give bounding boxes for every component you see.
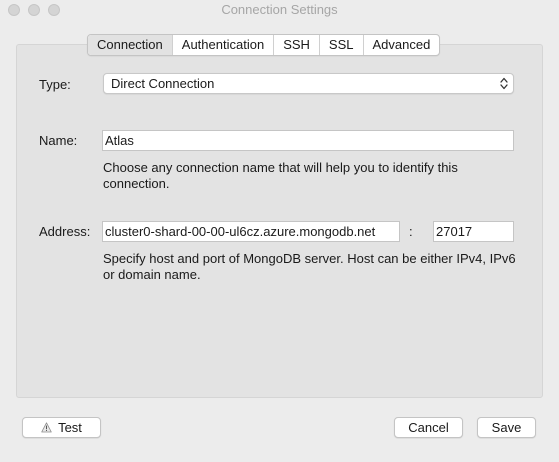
port-field[interactable]: 27017 [433, 221, 514, 242]
address-help-text: Specify host and port of MongoDB server.… [103, 251, 516, 282]
type-select[interactable]: Direct Connection [103, 73, 514, 94]
name-label: Name: [39, 133, 78, 148]
type-select-value: Direct Connection [111, 76, 215, 91]
save-button[interactable]: Save [477, 417, 536, 438]
tab-ssl[interactable]: SSL [320, 35, 364, 55]
test-button[interactable]: Test [22, 417, 101, 438]
name-field[interactable]: Atlas [102, 130, 514, 151]
title-bar: Connection Settings [0, 0, 559, 22]
up-down-chevron-icon [500, 77, 508, 90]
tab-bar: Connection Authentication SSH SSL Advanc… [87, 34, 441, 56]
cancel-button[interactable]: Cancel [394, 417, 463, 438]
host-field[interactable]: cluster0-shard-00-00-ul6cz.azure.mongodb… [102, 221, 400, 242]
tab-authentication[interactable]: Authentication [173, 35, 275, 55]
type-label: Type: [39, 77, 71, 92]
test-button-label: Test [58, 420, 82, 435]
warning-icon [41, 422, 52, 433]
tab-ssh[interactable]: SSH [274, 35, 320, 55]
address-label: Address: [39, 224, 91, 239]
window-title: Connection Settings [221, 2, 338, 17]
name-help-text: Choose any connection name that will hel… [103, 160, 458, 191]
tab-advanced[interactable]: Advanced [364, 35, 440, 55]
tab-connection[interactable]: Connection [88, 35, 173, 55]
host-port-separator: : [409, 224, 413, 239]
